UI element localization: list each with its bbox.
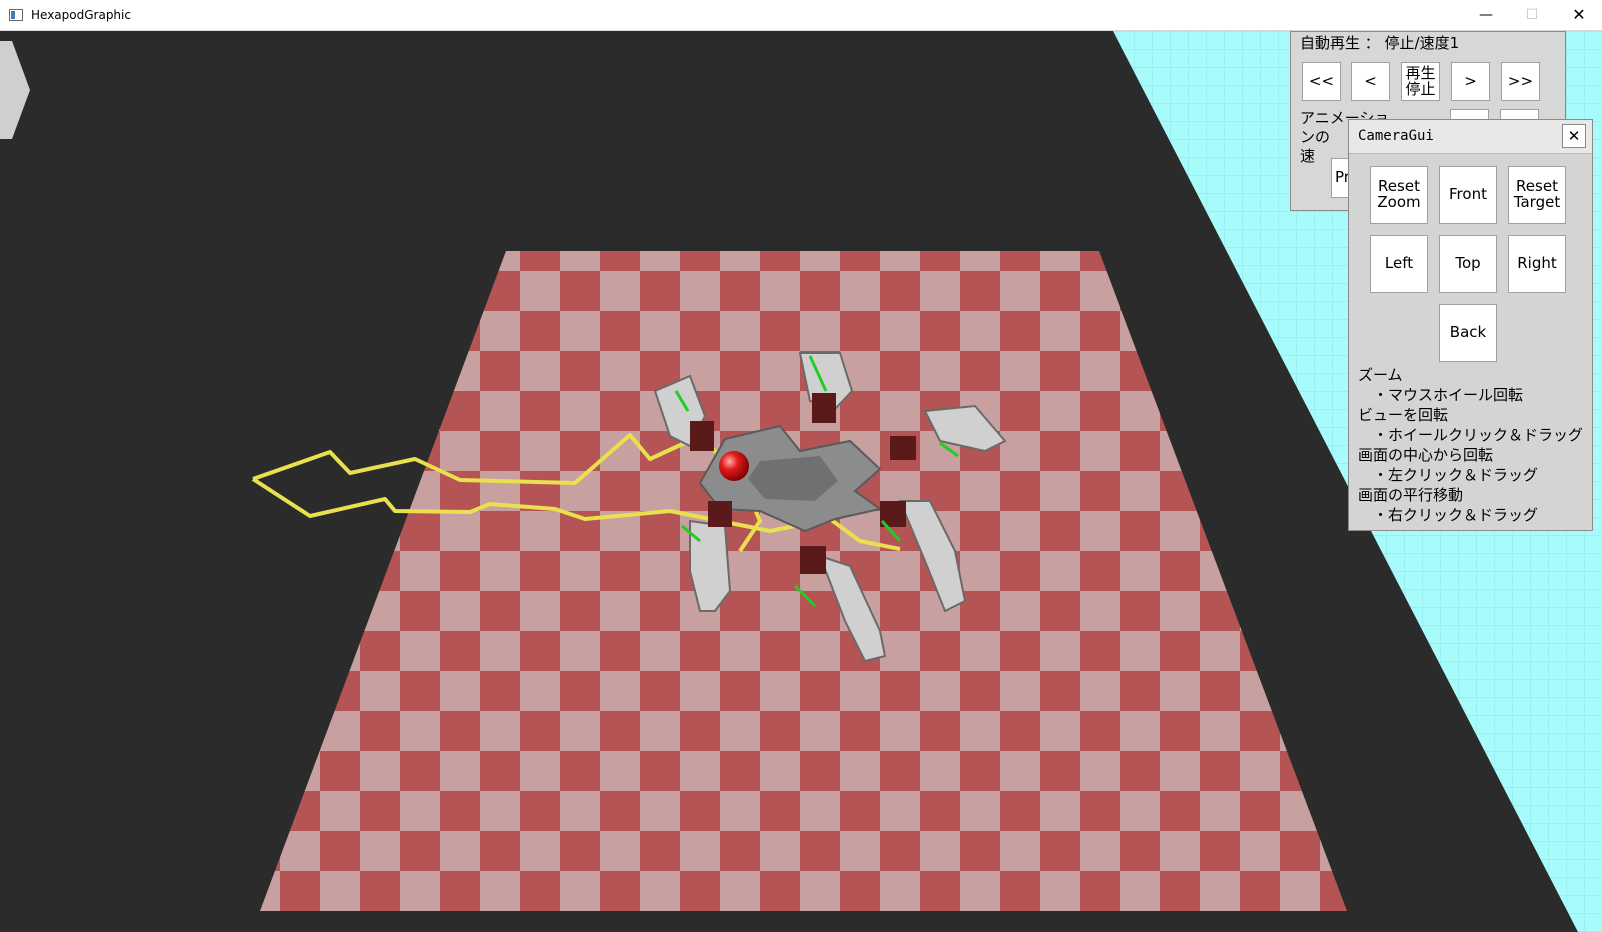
side-panel-toggle-icon[interactable] <box>0 41 30 139</box>
right-view-button[interactable]: Right <box>1508 235 1566 293</box>
help-line: ビューを回転 <box>1358 406 1449 424</box>
camera-help-text: ズーム ・マウスホイール回転 ビューを回転 ・ホイールクリック＆ドラッグ 画面の… <box>1358 365 1583 525</box>
camera-gui-titlebar[interactable]: CameraGui ✕ <box>1349 120 1592 154</box>
last-frame-button[interactable]: >> <box>1501 62 1540 101</box>
help-line: ・マウスホイール回転 <box>1358 386 1524 404</box>
camera-gui-panel: CameraGui ✕ Reset Zoom Front Reset Targe… <box>1348 119 1593 531</box>
first-frame-button[interactable]: << <box>1302 62 1341 101</box>
left-view-button[interactable]: Left <box>1370 235 1428 293</box>
speed-up-button[interactable] <box>1500 109 1539 119</box>
prev-frame-button[interactable]: < <box>1351 62 1390 101</box>
next-frame-button[interactable]: > <box>1451 62 1490 101</box>
help-line: ズーム <box>1358 366 1403 384</box>
help-line: ・右クリック＆ドラッグ <box>1358 506 1539 524</box>
help-line: 画面の平行移動 <box>1358 486 1464 504</box>
back-view-button[interactable]: Back <box>1439 304 1497 362</box>
playback-status: 自動再生 ： 停止/速度1 <box>1300 34 1460 52</box>
play-stop-button[interactable]: 再生 停止 <box>1401 62 1440 101</box>
minimize-button[interactable]: — <box>1463 0 1509 31</box>
window-titlebar: HexapodGraphic — ☐ ✕ <box>0 0 1602 31</box>
reset-target-button[interactable]: Reset Target <box>1508 166 1566 224</box>
close-window-button[interactable]: ✕ <box>1556 0 1602 31</box>
3d-viewport[interactable]: 自動再生 ： 停止/速度1 << < 再生 停止 > >> アニメーションの 速… <box>0 31 1602 932</box>
help-line: ・ホイールクリック＆ドラッグ <box>1358 426 1584 444</box>
maximize-button[interactable]: ☐ <box>1509 0 1555 31</box>
close-icon[interactable]: ✕ <box>1562 124 1586 148</box>
front-view-button[interactable]: Front <box>1439 166 1497 224</box>
top-view-button[interactable]: Top <box>1439 235 1497 293</box>
target-marker <box>719 451 749 481</box>
help-line: ・左クリック＆ドラッグ <box>1358 466 1539 484</box>
app-icon <box>9 9 23 21</box>
speed-down-button[interactable] <box>1450 109 1489 119</box>
window-title: HexapodGraphic <box>31 8 131 22</box>
checkered-floor <box>260 251 1347 911</box>
reset-zoom-button[interactable]: Reset Zoom <box>1370 166 1428 224</box>
camera-gui-title: CameraGui <box>1358 128 1434 144</box>
help-line: 画面の中心から回転 <box>1358 446 1494 464</box>
